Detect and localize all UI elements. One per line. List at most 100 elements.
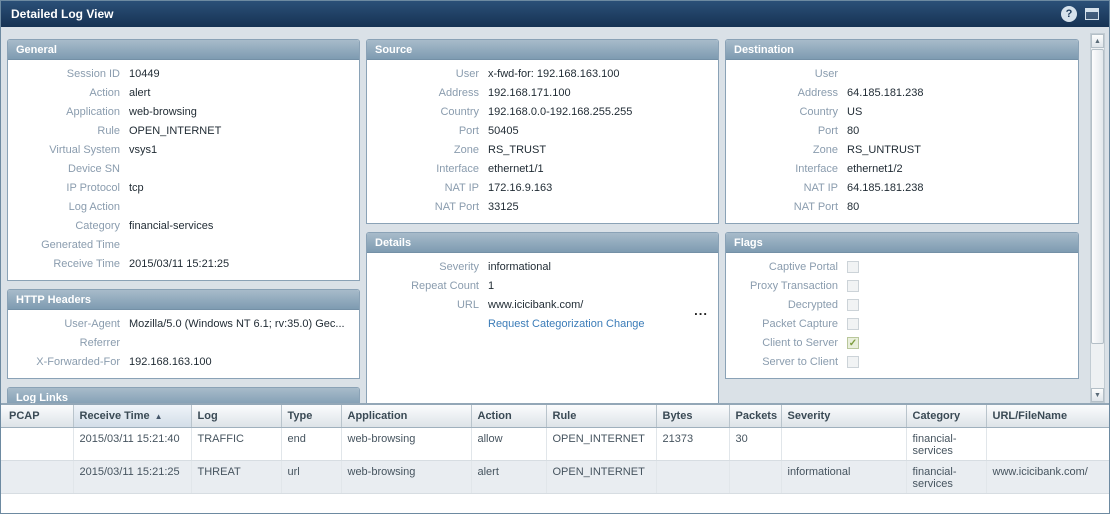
field-label: Address bbox=[367, 84, 479, 103]
flag-label: Proxy Transaction bbox=[726, 277, 838, 296]
column-header-category[interactable]: Category bbox=[906, 405, 986, 427]
panels-scroll-area: General Session ID10449ActionalertApplic… bbox=[7, 33, 1079, 403]
log-cell: THREAT bbox=[191, 460, 281, 493]
more-options-button[interactable]: ... bbox=[694, 303, 708, 318]
field-label: IP Protocol bbox=[8, 179, 120, 198]
field-value: RS_UNTRUST bbox=[847, 141, 1078, 160]
field-row: NAT Port80 bbox=[726, 198, 1078, 217]
log-cell: financial-services bbox=[906, 427, 986, 460]
flag-row: Decrypted bbox=[726, 296, 1078, 315]
general-panel: General Session ID10449ActionalertApplic… bbox=[7, 39, 360, 281]
source-panel-body: Userx-fwd-for: 192.168.163.100Address 192… bbox=[367, 60, 718, 223]
log-cell: www.icicibank.com/ bbox=[986, 460, 1109, 493]
scroll-down-icon[interactable]: ▼ bbox=[1091, 388, 1104, 402]
detailed-log-view-dialog: Detailed Log View ? General Session ID10… bbox=[0, 0, 1110, 514]
flag-label: Server to Client bbox=[726, 353, 838, 372]
request-categorization-change-link[interactable]: Request Categorization Change bbox=[488, 315, 645, 334]
field-value: 64.185.181.238 bbox=[847, 84, 1078, 103]
flag-label: Client to Server bbox=[726, 334, 838, 353]
field-label: Severity bbox=[367, 258, 479, 277]
field-row: Receive Time2015/03/11 15:21:25 bbox=[8, 255, 359, 274]
field-row: User-AgentMozilla/5.0 (Windows NT 6.1; r… bbox=[8, 315, 359, 334]
log-table-body: 2015/03/11 15:21:40TRAFFICendweb-browsin… bbox=[1, 427, 1109, 493]
help-icon[interactable]: ? bbox=[1061, 6, 1077, 22]
column-header-bytes[interactable]: Bytes bbox=[656, 405, 729, 427]
log-cell: end bbox=[281, 427, 341, 460]
flags-panel-body: Captive PortalProxy TransactionDecrypted… bbox=[726, 253, 1078, 378]
flag-row: Client to Server ✓ bbox=[726, 334, 1078, 353]
field-value: 2015/03/11 15:21:25 bbox=[129, 255, 359, 274]
field-label: Log Action bbox=[8, 198, 120, 217]
field-row: Device SN bbox=[8, 160, 359, 179]
sort-asc-icon: ▲ bbox=[155, 412, 163, 421]
right-column: Destination UserAddress64.185.181.238Cou… bbox=[725, 39, 1079, 379]
log-cell bbox=[986, 427, 1109, 460]
field-row: Session ID10449 bbox=[8, 65, 359, 84]
field-value: 192.168.171.100 bbox=[488, 84, 718, 103]
source-panel-header: Source bbox=[367, 40, 718, 60]
column-header-receive-time[interactable]: Receive Time▲ bbox=[73, 405, 191, 427]
field-label: Device SN bbox=[8, 160, 120, 179]
http-headers-panel: HTTP Headers User-AgentMozilla/5.0 (Wind… bbox=[7, 289, 360, 379]
middle-column: Source Userx-fwd-for: 192.168.163.100Add… bbox=[366, 39, 719, 403]
log-table: PCAPReceive Time▲LogTypeApplicationActio… bbox=[1, 405, 1109, 494]
destination-panel: Destination UserAddress64.185.181.238Cou… bbox=[725, 39, 1079, 224]
field-label: Session ID bbox=[8, 65, 120, 84]
details-panel: Details Severity informationalRepeat Coun… bbox=[366, 232, 719, 403]
column-header-type[interactable]: Type bbox=[281, 405, 341, 427]
field-row: NAT IP 64.185.181.238 bbox=[726, 179, 1078, 198]
log-cell: web-browsing bbox=[341, 460, 471, 493]
scrollbar-thumb[interactable] bbox=[1091, 49, 1104, 344]
column-header-url-filename[interactable]: URL/FileName bbox=[986, 405, 1109, 427]
field-value: 33125 bbox=[488, 198, 718, 217]
field-row: Port80 bbox=[726, 122, 1078, 141]
field-value: informational bbox=[488, 258, 718, 277]
field-row: URLwww.icicibank.com/ bbox=[367, 296, 718, 315]
column-header-application[interactable]: Application bbox=[341, 405, 471, 427]
field-row: Userx-fwd-for: 192.168.163.100 bbox=[367, 65, 718, 84]
field-row: NAT Port33125 bbox=[367, 198, 718, 217]
details-panel-header: Details bbox=[367, 233, 718, 253]
log-row[interactable]: 2015/03/11 15:21:25THREATurlweb-browsing… bbox=[1, 460, 1109, 493]
column-header-pcap[interactable]: PCAP bbox=[1, 405, 73, 427]
window-icon[interactable] bbox=[1085, 8, 1099, 20]
title-bar: Detailed Log View ? bbox=[1, 1, 1109, 27]
column-header-log[interactable]: Log bbox=[191, 405, 281, 427]
field-row: Interfaceethernet1/2 bbox=[726, 160, 1078, 179]
field-label: Referrer bbox=[8, 334, 120, 353]
destination-panel-body: UserAddress64.185.181.238CountryUSPort80… bbox=[726, 60, 1078, 223]
log-cell: url bbox=[281, 460, 341, 493]
column-header-severity[interactable]: Severity bbox=[781, 405, 906, 427]
field-value: 192.168.163.100 bbox=[129, 353, 359, 372]
checkbox-checked-icon: ✓ bbox=[847, 337, 859, 349]
field-label: User bbox=[726, 65, 838, 84]
flag-row: Captive Portal bbox=[726, 258, 1078, 277]
log-row[interactable]: 2015/03/11 15:21:40TRAFFICendweb-browsin… bbox=[1, 427, 1109, 460]
field-value: 80 bbox=[847, 122, 1078, 141]
field-value: OPEN_INTERNET bbox=[129, 122, 359, 141]
log-links-panel: Log Links bbox=[7, 387, 360, 403]
field-row: Country192.168.0.0-192.168.255.255 bbox=[367, 103, 718, 122]
log-cell: OPEN_INTERNET bbox=[546, 460, 656, 493]
flag-label: Decrypted bbox=[726, 296, 838, 315]
field-row: Generated Time bbox=[8, 236, 359, 255]
column-header-rule[interactable]: Rule bbox=[546, 405, 656, 427]
field-value: ethernet1/1 bbox=[488, 160, 718, 179]
field-value: 1 bbox=[488, 277, 718, 296]
field-value: 64.185.181.238 bbox=[847, 179, 1078, 198]
field-value: tcp bbox=[129, 179, 359, 198]
column-header-action[interactable]: Action bbox=[471, 405, 546, 427]
flag-row: Server to Client bbox=[726, 353, 1078, 372]
field-label: NAT IP bbox=[726, 179, 838, 198]
log-cell: web-browsing bbox=[341, 427, 471, 460]
field-label: Port bbox=[367, 122, 479, 141]
field-value: 192.168.0.0-192.168.255.255 bbox=[488, 103, 718, 122]
field-row: Address64.185.181.238 bbox=[726, 84, 1078, 103]
field-row: Repeat Count1 bbox=[367, 277, 718, 296]
scroll-up-icon[interactable]: ▲ bbox=[1091, 34, 1104, 48]
log-cell bbox=[1, 427, 73, 460]
general-panel-body: Session ID10449ActionalertApplicationweb… bbox=[8, 60, 359, 280]
vertical-scrollbar[interactable]: ▲ ▼ bbox=[1090, 33, 1105, 403]
column-header-packets[interactable]: Packets bbox=[729, 405, 781, 427]
field-row: Port50405 bbox=[367, 122, 718, 141]
